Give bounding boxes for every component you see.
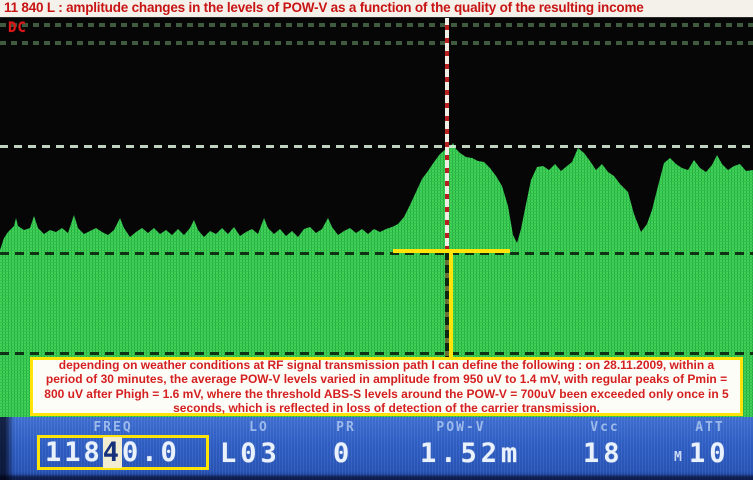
reference-dashed-line <box>0 145 753 148</box>
frequency-value: 11840.0 <box>45 437 180 468</box>
lo-label: LO <box>249 420 269 435</box>
lower-dashed-line <box>0 352 753 355</box>
pr-value: 0 <box>333 438 353 469</box>
vcc-label: Vcc <box>590 420 619 435</box>
frequency-input[interactable]: 11840.0 <box>37 435 209 470</box>
att-value: 10 <box>689 438 730 469</box>
freq-label: FREQ <box>93 420 132 435</box>
vcc-value: 18 <box>583 438 624 469</box>
pow-v-value: 1.52m <box>420 438 521 469</box>
pr-label: PR <box>336 420 356 435</box>
device-screen: 11 840 L : amplitude changes in the leve… <box>0 0 753 480</box>
status-bar: FREQ LO PR POW-V Vcc ATT 11840.0 L03 0 1… <box>0 417 753 480</box>
annotation-box: depending on weather conditions at RF si… <box>30 357 743 416</box>
att-label: ATT <box>695 420 724 435</box>
frequency-cursor-line[interactable] <box>445 17 449 252</box>
dc-mode-indicator: DC <box>8 20 27 36</box>
page-title: 11 840 L : amplitude changes in the leve… <box>0 0 753 16</box>
marker-crosshair-vertical[interactable] <box>449 251 453 357</box>
frequency-edit-cursor[interactable]: 4 <box>103 437 122 468</box>
threshold-dashed-line <box>0 252 753 255</box>
pow-v-label: POW-V <box>436 420 485 435</box>
title-bar: 11 840 L : amplitude changes in the leve… <box>0 0 753 18</box>
att-mode-prefix: M <box>674 450 682 465</box>
lo-value: L03 <box>220 438 281 469</box>
annotation-text: depending on weather conditions at RF si… <box>33 358 740 415</box>
